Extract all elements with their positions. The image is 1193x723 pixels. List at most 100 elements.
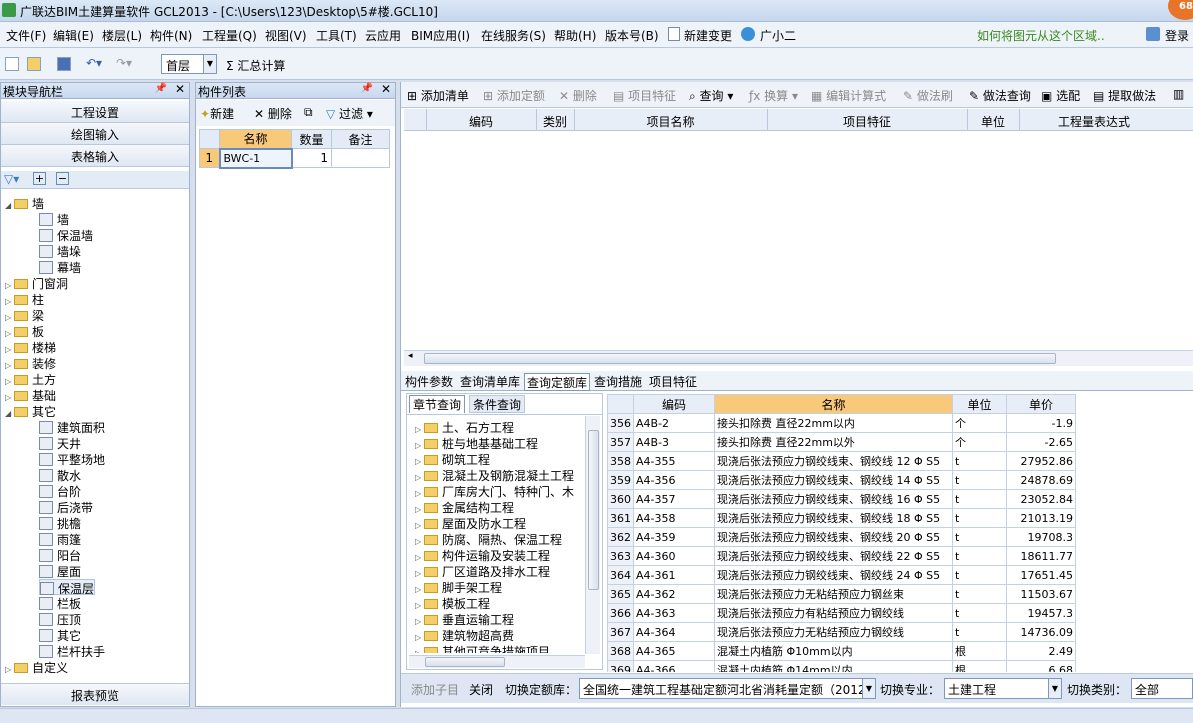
table-row[interactable]: 360 A4-357 现浇后张法预应力钢绞线束、钢绞线 16 Φ S5 t 23052.… xyxy=(607,489,1076,509)
cell-price[interactable]: 23052.84 xyxy=(1006,489,1076,509)
col-name[interactable]: 名称 xyxy=(219,129,292,149)
notification-badge[interactable]: 68 xyxy=(1168,0,1193,20)
tree-item-site-leveling[interactable]: 平整场地 xyxy=(39,451,105,467)
col-note[interactable]: 备注 xyxy=(331,129,390,149)
query-button[interactable]: ⌕ 查询 ▾ xyxy=(689,87,733,104)
col-code[interactable]: 编码 xyxy=(426,113,536,130)
tree-item-insulation-wall[interactable]: 保温墙 xyxy=(39,227,93,243)
cell-unit[interactable]: t xyxy=(952,622,1007,642)
tree-node-wall[interactable]: ◢ 墙 xyxy=(5,195,44,211)
cell-price[interactable]: -1.9 xyxy=(1006,413,1076,433)
cell-name[interactable]: 现浇后张法预应力钢绞线束、钢绞线 22 Φ S5 xyxy=(714,546,953,566)
cell-price[interactable]: 6.68 xyxy=(1006,660,1076,672)
cell-name[interactable]: 现浇后张法预应力钢绞线束、钢绞线 16 Φ S5 xyxy=(714,489,953,509)
cell-code[interactable]: A4-363 xyxy=(633,603,715,623)
tree-node-slab[interactable]: ▷ 板 xyxy=(5,323,44,339)
tree-item-coping[interactable]: 压顶 xyxy=(39,611,81,627)
cell-note[interactable] xyxy=(331,148,390,168)
chapter-item[interactable]: ▷ 厂库房大门、特种门、木 xyxy=(415,483,574,499)
menu-floor[interactable]: 楼层(L) xyxy=(102,27,142,44)
cell-code[interactable]: A4-360 xyxy=(633,546,715,566)
table-row[interactable]: 356 A4B-2 接头扣除费 直径22mm以内个 -1.9 xyxy=(607,413,1076,433)
table-row[interactable]: 362 A4-359 现浇后张法预应力钢绞线束、钢绞线 20 Φ S5 t 19708.… xyxy=(607,527,1076,547)
cell-code[interactable]: A4-362 xyxy=(633,584,715,604)
cell-code[interactable]: A4B-3 xyxy=(633,432,715,452)
table-row[interactable]: 364 A4-361 现浇后张法预应力钢绞线束、钢绞线 24 Φ S5 t 17651.… xyxy=(607,565,1076,585)
menu-online[interactable]: 在线服务(S) xyxy=(481,27,546,44)
col-category[interactable]: 类别 xyxy=(536,113,574,130)
delete-button[interactable]: ✕ 删除 xyxy=(559,87,597,104)
table-row[interactable]: 363 A4-360 现浇后张法预应力钢绞线束、钢绞线 22 Φ S5 t 18611.… xyxy=(607,546,1076,566)
cell-price[interactable]: 14736.09 xyxy=(1006,622,1076,642)
cell-unit[interactable]: t xyxy=(952,584,1007,604)
help-hint-link[interactable]: 如何将图元从这个区域.. xyxy=(977,27,1105,44)
method-query-button[interactable]: ✎ 做法查询 xyxy=(969,87,1031,104)
cell-unit[interactable]: t xyxy=(952,508,1007,528)
report-preview-button[interactable]: 报表预览 xyxy=(1,683,189,705)
tree-item-post-pour-strip[interactable]: 后浇带 xyxy=(39,499,93,515)
tree-item-eaves[interactable]: 挑檐 xyxy=(39,515,81,531)
cell-name[interactable]: 现浇后张法预应力钢绞线束、钢绞线 18 Φ S5 xyxy=(714,508,953,528)
chapter-item[interactable]: ▷ 屋面及防水工程 xyxy=(415,515,526,531)
new-component-button[interactable]: ✦新建 xyxy=(200,105,234,122)
chapter-item[interactable]: ▷ 金属结构工程 xyxy=(415,499,514,515)
col-item-name[interactable]: 项目名称 xyxy=(574,113,767,130)
cell-price[interactable]: -2.65 xyxy=(1006,432,1076,452)
cell-name[interactable]: 接头扣除费 直径22mm以外 xyxy=(714,432,953,452)
edit-formula-button[interactable]: ▦ 编辑计算式 xyxy=(811,87,886,104)
col-quota-code[interactable]: 编码 xyxy=(633,394,715,414)
undo-icon[interactable]: ↶▾ xyxy=(86,56,102,70)
new-file-icon[interactable] xyxy=(5,57,19,71)
cell-name[interactable]: 混凝土内植筋 Φ10mm以内 xyxy=(714,641,953,661)
tree-item-parapet[interactable]: 栏板 xyxy=(39,595,81,611)
cell-name[interactable]: 现浇后张法预应力有粘结预应力钢绞线 xyxy=(714,603,953,623)
cell-code[interactable]: A4-365 xyxy=(633,641,715,661)
cell-code[interactable]: A4-366 xyxy=(633,660,715,672)
cell-unit[interactable]: 根 xyxy=(952,660,1007,672)
item-feature-button[interactable]: ▤ 项目特征 xyxy=(613,87,676,104)
menu-assistant[interactable]: 广小二 xyxy=(760,27,796,44)
cell-price[interactable]: 17651.45 xyxy=(1006,565,1076,585)
chapter-item[interactable]: ▷ 模板工程 xyxy=(415,595,490,611)
chapter-item[interactable]: ▷ 脚手架工程 xyxy=(415,579,502,595)
tree-item-railing[interactable]: 栏杆扶手 xyxy=(39,643,105,659)
cell-code[interactable]: A4-364 xyxy=(633,622,715,642)
cell-name[interactable]: 现浇后张法预应力钢绞线束、钢绞线 12 Φ S5 xyxy=(714,451,953,471)
more-icon[interactable]: ▥ xyxy=(1173,87,1184,101)
cell-name[interactable]: 现浇后张法预应力钢绞线束、钢绞线 14 Φ S5 xyxy=(714,470,953,490)
cell-unit[interactable]: t xyxy=(952,527,1007,547)
chapter-item[interactable]: ▷ 土、石方工程 xyxy=(415,419,514,435)
tree-node-custom[interactable]: ▷ 自定义 xyxy=(5,659,68,675)
table-row[interactable]: 358 A4-355 现浇后张法预应力钢绞线束、钢绞线 12 Φ S5 t 27952.… xyxy=(607,451,1076,471)
cell-name[interactable]: 现浇后张法预应力无粘结预应力钢丝束 xyxy=(714,584,953,604)
col-item-feature[interactable]: 项目特征 xyxy=(767,113,967,130)
chapter-item[interactable]: ▷ 防腐、隔热、保温工程 xyxy=(415,531,562,547)
copy-icon[interactable]: ⧉ xyxy=(304,105,313,120)
menu-cloud[interactable]: 云应用 xyxy=(365,27,401,44)
tree-item-pilaster[interactable]: 墙垛 xyxy=(39,243,81,259)
expand-icon[interactable]: + xyxy=(33,172,46,185)
table-row[interactable]: 369 A4-366 混凝土内植筋 Φ14mm以内根 6.68 xyxy=(607,660,1076,672)
tree-item-wall[interactable]: 墙 xyxy=(39,211,69,227)
cell-code[interactable]: A4-357 xyxy=(633,489,715,509)
tree-item-building-area[interactable]: 建筑面积 xyxy=(39,419,105,435)
close-icon[interactable]: ✕ xyxy=(175,82,185,96)
vertical-scrollbar[interactable] xyxy=(585,416,600,654)
scroll-thumb[interactable] xyxy=(588,430,599,590)
login-link[interactable]: 登录 xyxy=(1165,27,1189,44)
col-quota-name[interactable]: 名称 xyxy=(714,394,953,414)
cell-price[interactable]: 19708.3 xyxy=(1006,527,1076,547)
save-icon[interactable] xyxy=(57,57,71,71)
cell-name[interactable]: 混凝土内植筋 Φ14mm以内 xyxy=(714,660,953,672)
scroll-thumb[interactable] xyxy=(424,353,1056,364)
category-select[interactable]: 全部 xyxy=(1131,678,1193,699)
menu-bim[interactable]: BIM应用(I) xyxy=(411,27,470,44)
cell-unit[interactable]: t xyxy=(952,603,1007,623)
filter-icon[interactable]: ▽▾ xyxy=(4,172,19,186)
cell-price[interactable]: 19457.3 xyxy=(1006,603,1076,623)
cell-unit[interactable]: 个 xyxy=(952,432,1007,452)
col-quantity-expr[interactable]: 工程量表达式 xyxy=(1019,113,1169,130)
cell-name[interactable]: 接头扣除费 直径22mm以内 xyxy=(714,413,953,433)
add-bill-button[interactable]: ⊞ 添加清单 xyxy=(407,87,469,104)
chapter-item[interactable]: ▷ 混凝土及钢筋混凝土工程 xyxy=(415,467,574,483)
